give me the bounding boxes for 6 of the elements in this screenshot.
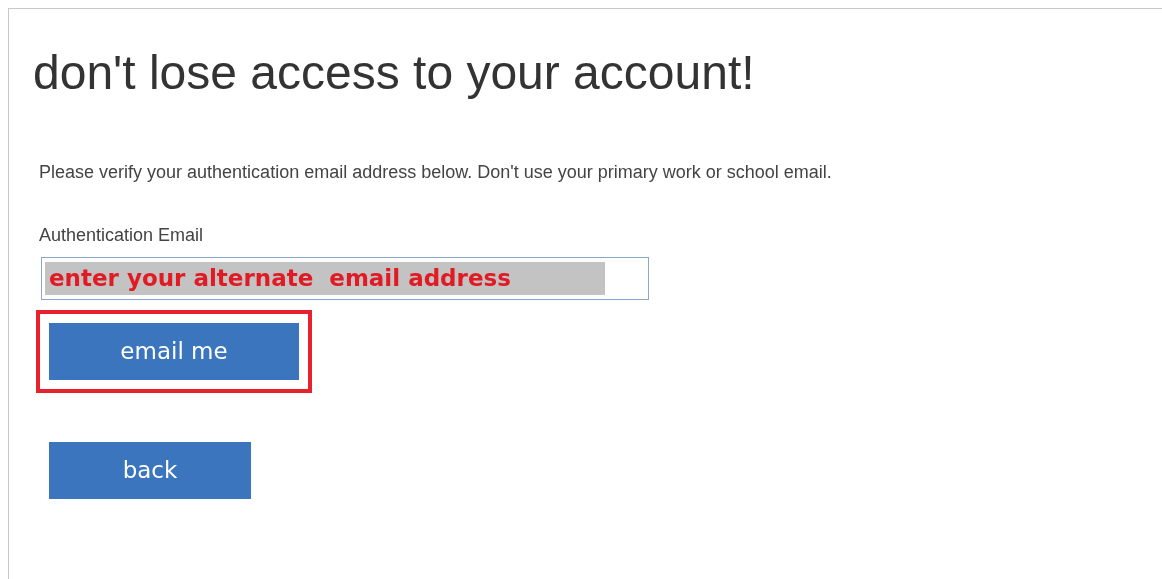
email-me-button[interactable]: email me [49,323,299,380]
back-button[interactable]: back [49,442,251,499]
page-title: don't lose access to your account! [33,49,755,97]
email-field[interactable]: enter your alternate email address [41,257,649,300]
field-label: Authentication Email [39,224,204,247]
instruction-text: Please verify your authentication email address below. Don't use your primary work or school email. [39,161,832,184]
